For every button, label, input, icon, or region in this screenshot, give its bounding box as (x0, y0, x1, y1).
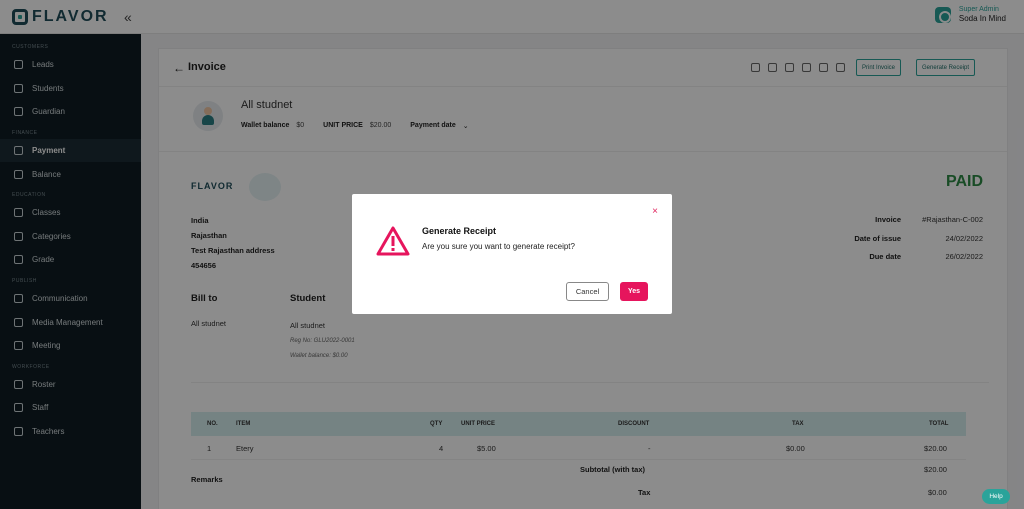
help-button[interactable]: Help (982, 489, 1010, 504)
warning-icon (376, 226, 410, 256)
dialog-title: Generate Receipt (422, 226, 497, 236)
dialog-message: Are you sure you want to generate receip… (422, 242, 575, 251)
yes-button[interactable]: Yes (620, 282, 648, 301)
close-icon[interactable]: × (652, 206, 658, 217)
cancel-button[interactable]: Cancel (566, 282, 609, 301)
generate-receipt-dialog: × Generate Receipt Are you sure you want… (352, 194, 672, 314)
